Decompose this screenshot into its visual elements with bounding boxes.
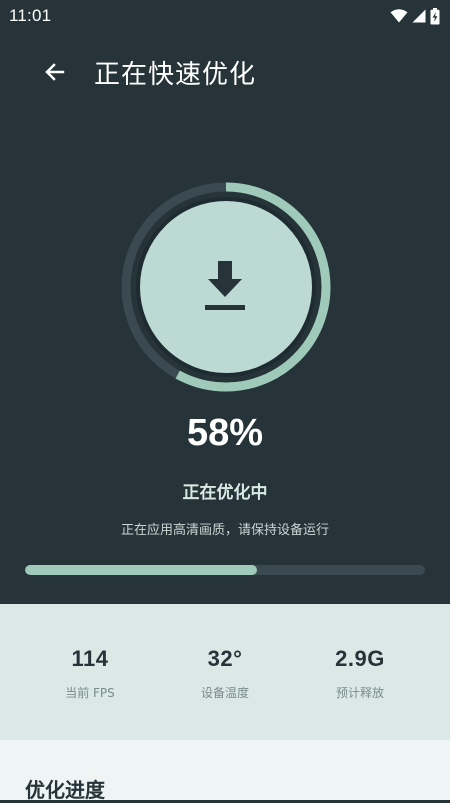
- status-subtitle: 正在应用高清画质，请保持设备运行: [120, 523, 329, 538]
- progress-percent: 58%: [186, 412, 264, 454]
- stat-fps-label: 当前 FPS: [65, 686, 115, 700]
- stat-release-label: 预计释放: [335, 686, 384, 700]
- stat-release: 2.9G 预计释放: [285, 604, 435, 701]
- section-title: 优化进度: [25, 778, 105, 802]
- status-title: 正在优化中: [182, 483, 268, 503]
- stat-temperature: 32° 设备温度: [150, 604, 300, 701]
- stat-release-value: 2.9G: [335, 646, 385, 671]
- page-title: 正在快速优化: [94, 60, 257, 90]
- stat-fps-value: 114: [71, 646, 109, 671]
- back-button[interactable]: [40, 57, 70, 87]
- progress-details-panel: 优化进度: [0, 740, 450, 802]
- progress-bar: [25, 565, 425, 575]
- stat-temperature-value: 32°: [207, 646, 243, 671]
- cellular-signal-icon: [412, 9, 426, 23]
- progress-bar-fill: [25, 565, 257, 575]
- status-time: 11:01: [9, 6, 52, 25]
- arrow-left-icon: [45, 63, 65, 81]
- download-icon: [205, 261, 245, 310]
- battery-charging-icon: [430, 7, 440, 24]
- app-bar: 正在快速优化: [0, 40, 450, 104]
- stats-panel: 114 当前 FPS 32° 设备温度 2.9G 预计释放: [0, 604, 450, 740]
- stat-temperature-label: 设备温度: [200, 686, 249, 700]
- wifi-icon: [390, 9, 408, 23]
- status-bar: 11:01: [0, 0, 450, 32]
- status-icons: [390, 7, 440, 25]
- stat-fps: 114 当前 FPS: [15, 604, 165, 701]
